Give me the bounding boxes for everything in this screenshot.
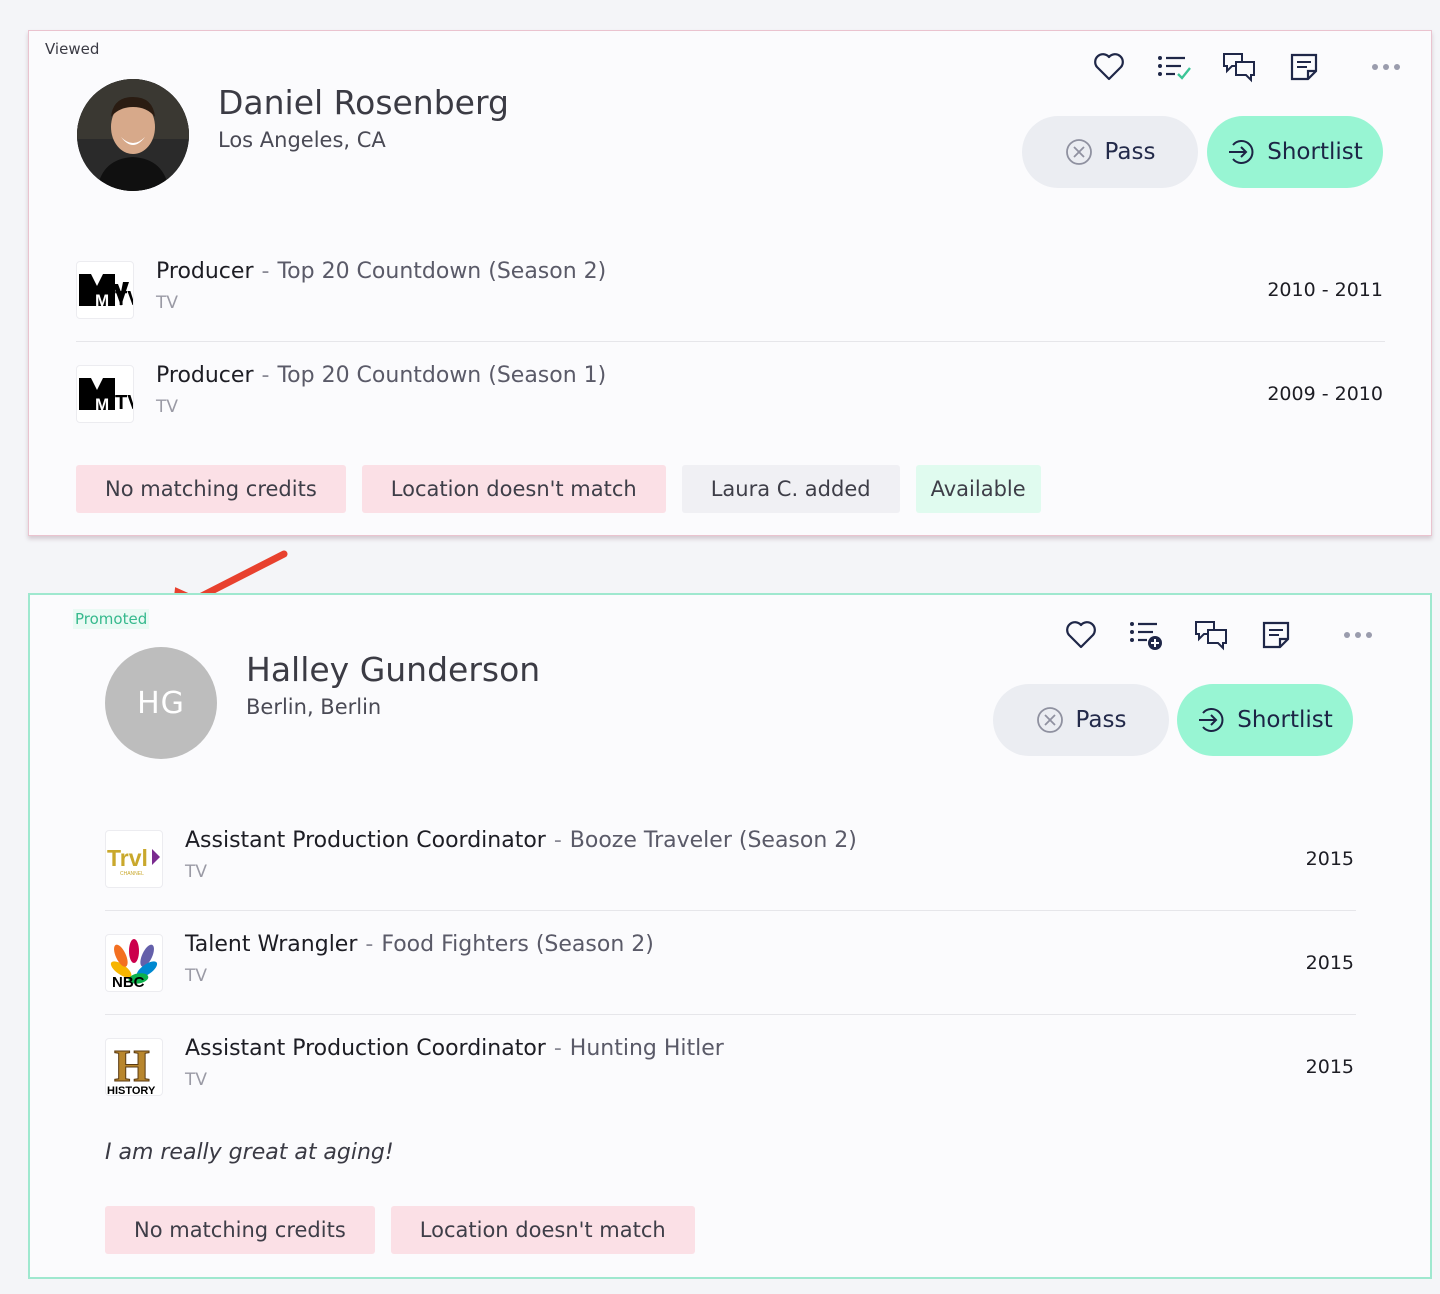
credit-years: 2015 [1305,848,1354,870]
shortlist-button[interactable]: Shortlist [1207,116,1383,188]
heart-icon[interactable] [1091,49,1127,85]
candidate-card[interactable]: Promoted HG Halley Gunderson Berlin, Ber… [28,593,1432,1279]
candidate-location: Los Angeles, CA [218,128,386,152]
candidate-bio-quote: I am really great at aging! [105,1140,394,1165]
tag-no-matching-credits: No matching credits [105,1206,375,1254]
action-toolbar [1063,617,1376,653]
credit-years: 2010 - 2011 [1267,279,1383,301]
pass-button[interactable]: Pass [993,684,1169,756]
action-toolbar [1091,49,1404,85]
nbc-logo: NBC [105,934,163,992]
candidate-name[interactable]: Halley Gunderson [246,650,540,689]
credit-show: Top 20 Countdown (Season 2) [277,259,607,284]
arrow-in-circle-icon [1227,138,1255,166]
tag-list: No matching credits Location doesn't mat… [105,1206,711,1254]
candidate-location: Berlin, Berlin [246,695,382,719]
svg-text:HISTORY: HISTORY [107,1085,156,1095]
list-check-icon[interactable] [1156,49,1192,85]
credit-show: Top 20 Countdown (Season 1) [277,363,607,388]
credit-years: 2015 [1305,1056,1354,1078]
list-add-icon[interactable] [1128,617,1164,653]
credit-show: Hunting Hitler [569,1036,724,1061]
svg-text:CHANNEL: CHANNEL [120,871,144,877]
credit-row[interactable]: Trvl CHANNEL Assistant Production Coordin… [105,807,1356,911]
credit-show: Booze Traveler (Season 2) [569,828,857,853]
credit-role: Assistant Production Coordinator [185,828,546,853]
credit-type: TV [185,862,208,882]
mtv-logo: M TV [76,261,134,319]
candidate-name[interactable]: Daniel Rosenberg [218,83,509,122]
pass-label: Pass [1075,707,1127,733]
shortlist-label: Shortlist [1267,139,1363,165]
credit-row[interactable]: H HISTORY Assistant Production Coordinato… [105,1015,1356,1119]
note-icon[interactable] [1258,617,1294,653]
shortlist-label: Shortlist [1237,707,1333,733]
credit-role: Talent Wrangler [185,932,358,957]
credit-type: TV [185,966,208,986]
close-circle-icon [1065,138,1093,166]
svg-text:M: M [95,291,109,310]
svg-text:TV: TV [115,288,133,310]
viewed-label: Viewed [45,40,100,58]
credit-type: TV [156,397,179,417]
credit-row[interactable]: MTV Producer-Top 20 Countdown (Season 1)… [76,342,1385,446]
credit-role: Producer [156,363,254,388]
note-icon[interactable] [1286,49,1322,85]
tag-location-mismatch: Location doesn't match [361,465,666,513]
arrow-in-circle-icon [1197,706,1225,734]
chat-icon[interactable] [1193,617,1229,653]
svg-text:NBC: NBC [112,974,145,989]
more-icon[interactable] [1368,49,1404,85]
svg-text:M: M [95,395,109,414]
tag-list: No matching credits Location doesn't mat… [76,465,1057,513]
candidate-card[interactable]: Viewed Daniel Rosenberg Los Angeles, CA [28,30,1432,536]
chat-icon[interactable] [1221,49,1257,85]
shortlist-button[interactable]: Shortlist [1177,684,1353,756]
more-icon[interactable] [1340,617,1376,653]
pass-label: Pass [1104,139,1156,165]
avatar [77,79,189,191]
heart-icon[interactable] [1063,617,1099,653]
credit-type: TV [185,1070,208,1090]
history-logo: H HISTORY [105,1038,163,1096]
credit-type: TV [156,293,179,313]
avatar-initials: HG [105,647,217,759]
credit-row[interactable]: NBC Talent Wrangler - Food Fighters (Seaso… [105,911,1356,1015]
mtv-logo: M TV [76,365,134,423]
tag-location-mismatch: Location doesn't match [390,1206,695,1254]
credit-role: Assistant Production Coordinator [185,1036,546,1061]
travel-channel-logo: Trvl CHANNEL [105,830,163,888]
tag-available: Available [915,465,1041,513]
credits-list: Trvl CHANNEL Assistant Production Coordin… [105,807,1356,1119]
svg-text:TV: TV [115,392,133,414]
pass-button[interactable]: Pass [1022,116,1198,188]
svg-text:Trvl: Trvl [107,845,148,871]
credit-show: Food Fighters (Season 2) [381,932,654,957]
tag-no-matching-credits: No matching credits [76,465,346,513]
credit-row[interactable]: MTV Producer-Top 20 Countdown (Season 2)… [76,238,1385,342]
promoted-label: Promoted [73,609,150,629]
svg-text:H: H [114,1040,150,1091]
credits-list: MTV Producer-Top 20 Countdown (Season 2)… [76,238,1385,446]
credit-years: 2009 - 2010 [1267,383,1383,405]
credit-role: Producer [156,259,254,284]
close-circle-icon [1036,706,1064,734]
tag-added-by: Laura C. added [681,465,900,513]
credit-years: 2015 [1305,952,1354,974]
